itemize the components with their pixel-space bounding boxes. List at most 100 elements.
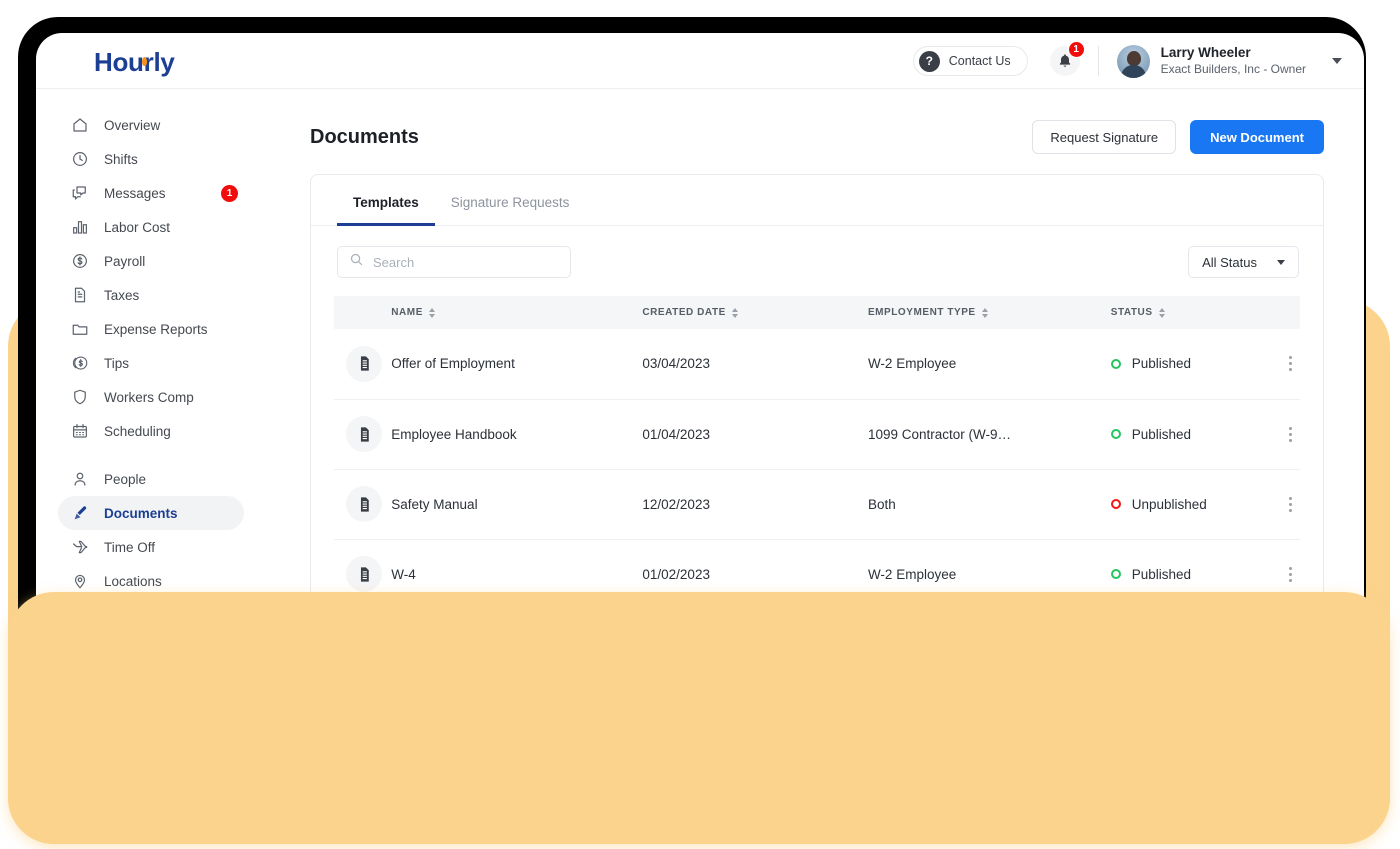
question-mark-icon: ? <box>918 50 940 72</box>
sidebar-item-workers-comp[interactable]: Workers Comp <box>58 380 244 414</box>
user-role: Exact Builders, Inc - Owner <box>1160 61 1306 76</box>
sidebar-item-messages[interactable]: Messages 1 <box>58 176 244 210</box>
document-icon <box>346 345 382 382</box>
table-row[interactable]: Safety Manual 12/02/2023 Both Unpublished <box>334 469 1300 540</box>
map-pin-icon <box>70 571 90 591</box>
sort-icon[interactable] <box>1158 307 1165 318</box>
table-row[interactable]: Offer of Employment 03/04/2023 W-2 Employe… <box>334 329 1300 400</box>
status-badge: Published <box>1131 426 1192 442</box>
contact-us-button[interactable]: ? Contact Us <box>912 46 1028 76</box>
top-bar: Hourly ? Contact Us 1 Larry Wheeler Exac… <box>36 33 1364 89</box>
sort-icon[interactable] <box>428 307 435 318</box>
sidebar-item-people[interactable]: People <box>58 462 244 496</box>
sidebar-label: Overview <box>104 117 161 133</box>
pen-icon <box>70 503 90 523</box>
sidebar-label: People <box>104 471 147 487</box>
search-icon <box>349 252 364 272</box>
coin-icon <box>70 353 90 373</box>
contact-us-label: Contact Us <box>948 54 1011 68</box>
chevron-down-icon[interactable] <box>1332 58 1342 64</box>
shield-icon <box>70 387 90 407</box>
tab-templates[interactable]: Templates <box>337 175 435 226</box>
row-status: Unpublished <box>1110 469 1280 540</box>
sidebar-item-documents[interactable]: Documents <box>58 496 244 530</box>
th-status[interactable]: STATUS <box>1111 296 1280 329</box>
screenshot-stage: Hourly ? Contact Us 1 Larry Wheeler Exac… <box>0 0 1400 849</box>
table-row[interactable]: Employee Handbook 01/04/2023 1099 Contract… <box>334 399 1300 470</box>
clock-icon <box>70 149 90 169</box>
app-logo[interactable]: Hourly <box>94 47 175 78</box>
search-input[interactable] <box>373 254 559 270</box>
notifications-button[interactable]: 1 <box>1049 41 1085 76</box>
sort-icon[interactable] <box>981 307 988 318</box>
sidebar-label: Messages <box>104 185 166 201</box>
avatar-head <box>1126 50 1141 66</box>
row-menu-icon[interactable] <box>1280 566 1300 582</box>
sidebar-label: Locations <box>104 573 162 589</box>
status-filter-label: All Status <box>1202 254 1257 270</box>
avatar-body <box>1120 64 1146 78</box>
sidebar-item-shifts[interactable]: Shifts <box>58 142 244 176</box>
chevron-down-icon <box>1277 259 1285 265</box>
sort-icon[interactable] <box>731 307 738 318</box>
sidebar-label: Workers Comp <box>104 389 194 405</box>
bar-chart-icon <box>70 217 90 237</box>
th-created-date[interactable]: CREATED DATE <box>642 296 868 329</box>
sidebar-item-tips[interactable]: Tips <box>58 346 244 380</box>
avatar[interactable] <box>1116 44 1150 78</box>
th-employment-type-label: EMPLOYMENT TYPE <box>867 307 976 318</box>
sidebar-item-time-off[interactable]: Time Off <box>58 530 244 564</box>
row-actions[interactable] <box>1280 469 1300 540</box>
row-status: Published <box>1110 329 1280 400</box>
page-header: Documents Request Signature New Document <box>258 90 1364 154</box>
sidebar-label: Tips <box>104 355 130 371</box>
row-name[interactable]: Employee Handbook <box>391 399 643 470</box>
search-box[interactable] <box>337 246 571 278</box>
row-employment-type: 1099 Contractor (W-9… <box>867 399 1111 470</box>
document-icon <box>346 416 382 452</box>
filter-bar: All Status <box>311 226 1323 278</box>
status-indicator-icon <box>1110 358 1121 369</box>
sidebar-item-scheduling[interactable]: Scheduling <box>58 414 244 448</box>
status-indicator-icon <box>1110 429 1121 439</box>
sidebar-label: Scheduling <box>104 423 171 439</box>
row-actions[interactable] <box>1280 399 1300 470</box>
request-signature-button[interactable]: Request Signature <box>1032 120 1177 154</box>
row-actions[interactable] <box>1280 329 1300 400</box>
row-menu-icon[interactable] <box>1280 426 1300 442</box>
th-status-label: STATUS <box>1110 307 1153 318</box>
status-indicator-icon <box>1110 499 1121 509</box>
tab-signature-requests[interactable]: Signature Requests <box>435 175 586 226</box>
home-icon <box>70 115 90 135</box>
page-actions: Request Signature New Document <box>1032 120 1324 154</box>
status-indicator-icon <box>1110 569 1121 579</box>
row-icon-cell <box>334 399 392 470</box>
sidebar-item-overview[interactable]: Overview <box>58 108 244 142</box>
logo-flame-accent-icon <box>142 57 147 66</box>
sidebar-label: Documents <box>104 505 178 521</box>
sidebar-item-labor-cost[interactable]: Labor Cost <box>58 210 244 244</box>
th-name[interactable]: NAME <box>391 296 642 329</box>
top-bar-actions: ? Contact Us 1 Larry Wheeler Exact Build… <box>912 33 1342 89</box>
status-filter-dropdown[interactable]: All Status <box>1188 246 1299 278</box>
user-info[interactable]: Larry Wheeler Exact Builders, Inc - Owne… <box>1161 45 1306 77</box>
row-menu-icon[interactable] <box>1280 496 1300 512</box>
sidebar-item-expense-reports[interactable]: Expense Reports <box>58 312 244 346</box>
row-employment-type: Both <box>867 469 1111 540</box>
sidebar-item-taxes[interactable]: Taxes <box>58 278 244 312</box>
page-title: Documents <box>310 125 419 148</box>
table-header-row: NAME CREATED DATE EMPLOYMENT TYPE STATUS <box>334 296 1300 329</box>
dollar-circle-icon <box>70 251 90 271</box>
th-employment-type[interactable]: EMPLOYMENT TYPE <box>868 296 1111 329</box>
row-name[interactable]: Safety Manual <box>391 469 643 540</box>
messages-badge: 1 <box>221 184 238 202</box>
new-document-button[interactable]: New Document <box>1190 120 1324 154</box>
row-created-date: 12/02/2023 <box>642 469 868 540</box>
row-created-date: 01/04/2023 <box>642 399 868 470</box>
row-menu-icon[interactable] <box>1280 356 1300 372</box>
row-name[interactable]: Offer of Employment <box>391 329 643 400</box>
status-badge: Published <box>1131 566 1192 582</box>
th-name-label: NAME <box>391 307 423 318</box>
sidebar-item-payroll[interactable]: Payroll <box>58 244 244 278</box>
